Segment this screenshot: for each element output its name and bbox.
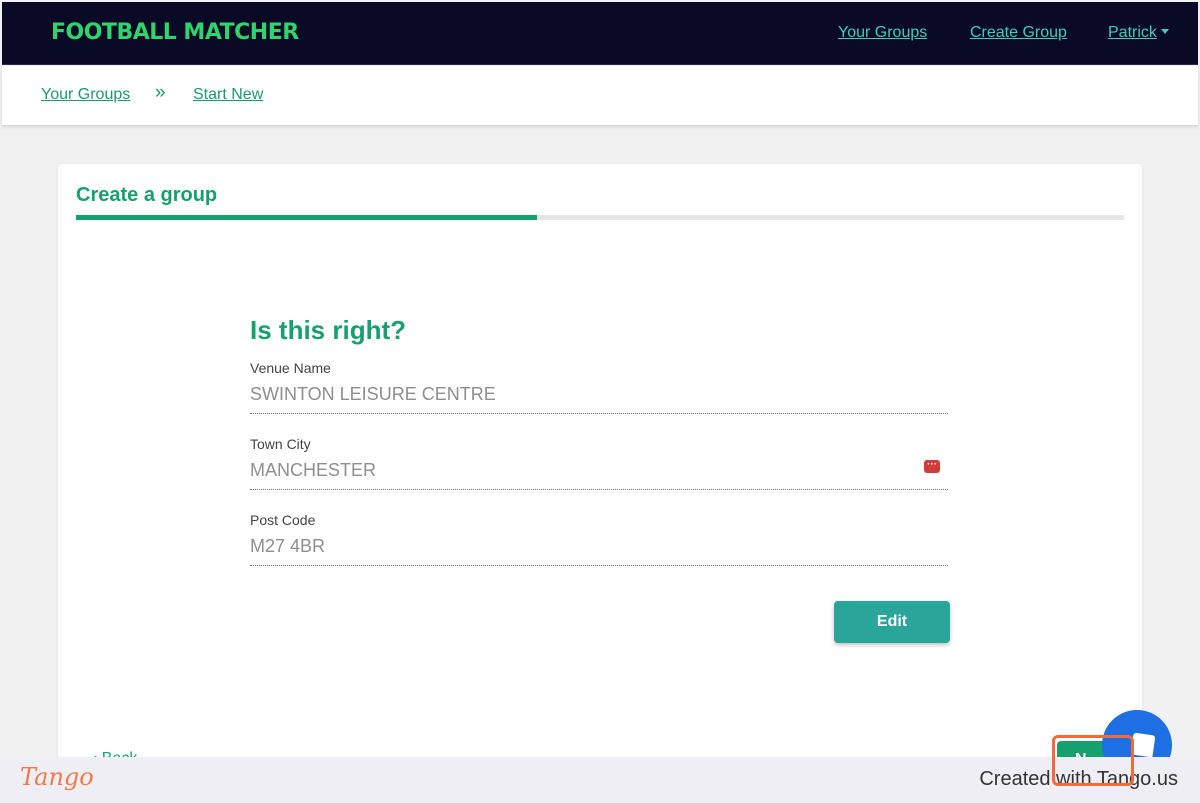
post-code-field[interactable]: M27 4BR: [250, 536, 948, 566]
town-city-field[interactable]: MANCHESTER ···: [250, 460, 948, 490]
nav-create-group-link[interactable]: Create Group: [970, 24, 1067, 42]
tango-logo: Tango: [20, 763, 94, 791]
town-city-label: Town City: [250, 436, 311, 452]
double-chevron-right-icon: »: [155, 82, 166, 103]
edit-button[interactable]: Edit: [834, 601, 950, 643]
venue-name-value: SWINTON LEISURE CENTRE: [250, 384, 496, 404]
nav-your-groups-link[interactable]: Your Groups: [838, 24, 927, 42]
post-code-value: M27 4BR: [250, 536, 326, 556]
password-manager-icon[interactable]: ···: [924, 460, 940, 473]
breadcrumb-your-groups[interactable]: Your Groups: [41, 86, 130, 104]
progress-fill: [76, 215, 538, 220]
breadcrumb-start-new[interactable]: Start New: [193, 86, 263, 104]
venue-name-field[interactable]: SWINTON LEISURE CENTRE: [250, 384, 948, 414]
progress-bar: [76, 215, 1124, 220]
click-highlight: [1052, 735, 1134, 786]
football-matcher-logo[interactable]: FOOTBALL MATCHER: [51, 20, 299, 45]
breadcrumb: Your Groups » Start New: [2, 66, 1198, 125]
caret-down-icon: [1160, 29, 1169, 34]
town-city-value: MANCHESTER: [250, 460, 377, 480]
tango-footer: Tango Created with Tango.us: [0, 757, 1200, 803]
card-title: Create a group: [76, 184, 218, 206]
top-navbar: FOOTBALL MATCHER Your Groups Create Grou…: [2, 2, 1198, 65]
venue-name-label: Venue Name: [250, 360, 331, 376]
user-name: Patrick: [1108, 24, 1157, 41]
create-group-card: Create a group Is this right? Venue Name…: [58, 164, 1142, 803]
user-menu-dropdown[interactable]: Patrick: [1108, 24, 1169, 42]
post-code-label: Post Code: [250, 512, 316, 528]
chat-icon: [1130, 732, 1156, 758]
confirm-heading: Is this right?: [250, 315, 406, 345]
